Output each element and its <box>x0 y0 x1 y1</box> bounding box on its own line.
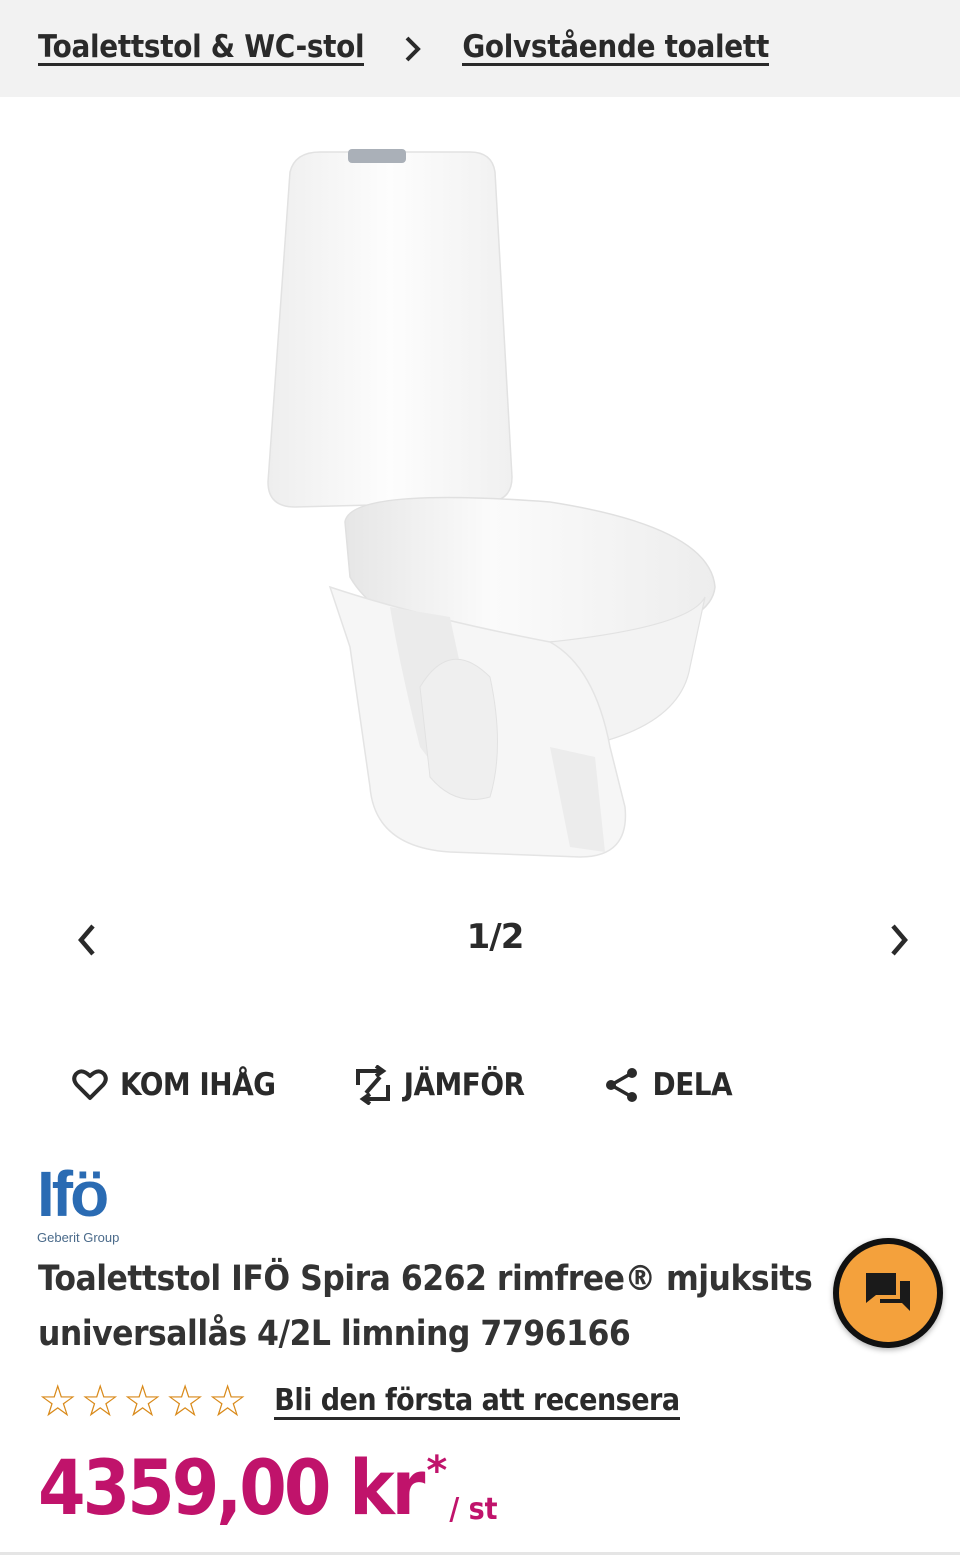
chat-button[interactable] <box>833 1238 943 1348</box>
brand-subtitle: Geberit Group <box>37 1230 120 1245</box>
image-gallery: 1/2 <box>0 97 960 1027</box>
compare-button[interactable]: JÄMFÖR <box>354 1065 525 1105</box>
price: 4359,00 kr <box>38 1443 425 1532</box>
gallery-counter: 1/2 <box>466 917 525 957</box>
rating-stars: ☆ ☆ ☆ ☆ ☆ <box>38 1380 250 1424</box>
price-unit: / st <box>449 1492 498 1527</box>
share-button[interactable]: DELA <box>603 1066 733 1104</box>
compare-label: JÄMFÖR <box>403 1067 525 1103</box>
product-image[interactable] <box>250 147 730 867</box>
chevron-right-icon <box>891 924 908 956</box>
price-footnote-marker: * <box>426 1448 448 1494</box>
star-empty-icon: ☆ <box>165 1376 205 1427</box>
heart-icon <box>72 1069 108 1100</box>
write-review-link[interactable]: Bli den första att recensera <box>274 1384 680 1420</box>
gallery-next-button[interactable] <box>874 912 924 968</box>
product-title: Toalettstol IFÖ Spira 6262 rimfree® mjuk… <box>38 1259 813 1354</box>
share-icon <box>605 1068 637 1102</box>
star-empty-icon: ☆ <box>38 1376 78 1427</box>
star-empty-icon: ☆ <box>80 1376 120 1427</box>
brand-name: Ifö <box>37 1158 109 1230</box>
breadcrumb: Toalettstol & WC-stol Golvstående toalet… <box>0 0 960 97</box>
star-empty-icon: ☆ <box>207 1376 248 1427</box>
brand-logo[interactable]: Ifö Geberit Group <box>37 1162 137 1252</box>
remember-button[interactable]: KOM IHÅG <box>72 1067 276 1103</box>
chat-bubbles-icon <box>866 1273 910 1311</box>
compare-arrows-icon <box>355 1065 390 1105</box>
chevron-right-icon <box>388 34 438 64</box>
star-empty-icon: ☆ <box>122 1376 163 1427</box>
remember-label: KOM IHÅG <box>120 1067 276 1103</box>
breadcrumb-link-golvstaende[interactable]: Golvstående toalett <box>462 31 769 67</box>
rating-row: ☆ ☆ ☆ ☆ ☆ Bli den första att recensera <box>38 1380 680 1424</box>
breadcrumb-link-toalettstol[interactable]: Toalettstol & WC-stol <box>38 31 365 67</box>
share-label: DELA <box>652 1067 733 1103</box>
product-actions: KOM IHÅG JÄMFÖR DELA <box>72 1055 810 1115</box>
price-row: 4359,00 kr * / st <box>38 1443 498 1532</box>
